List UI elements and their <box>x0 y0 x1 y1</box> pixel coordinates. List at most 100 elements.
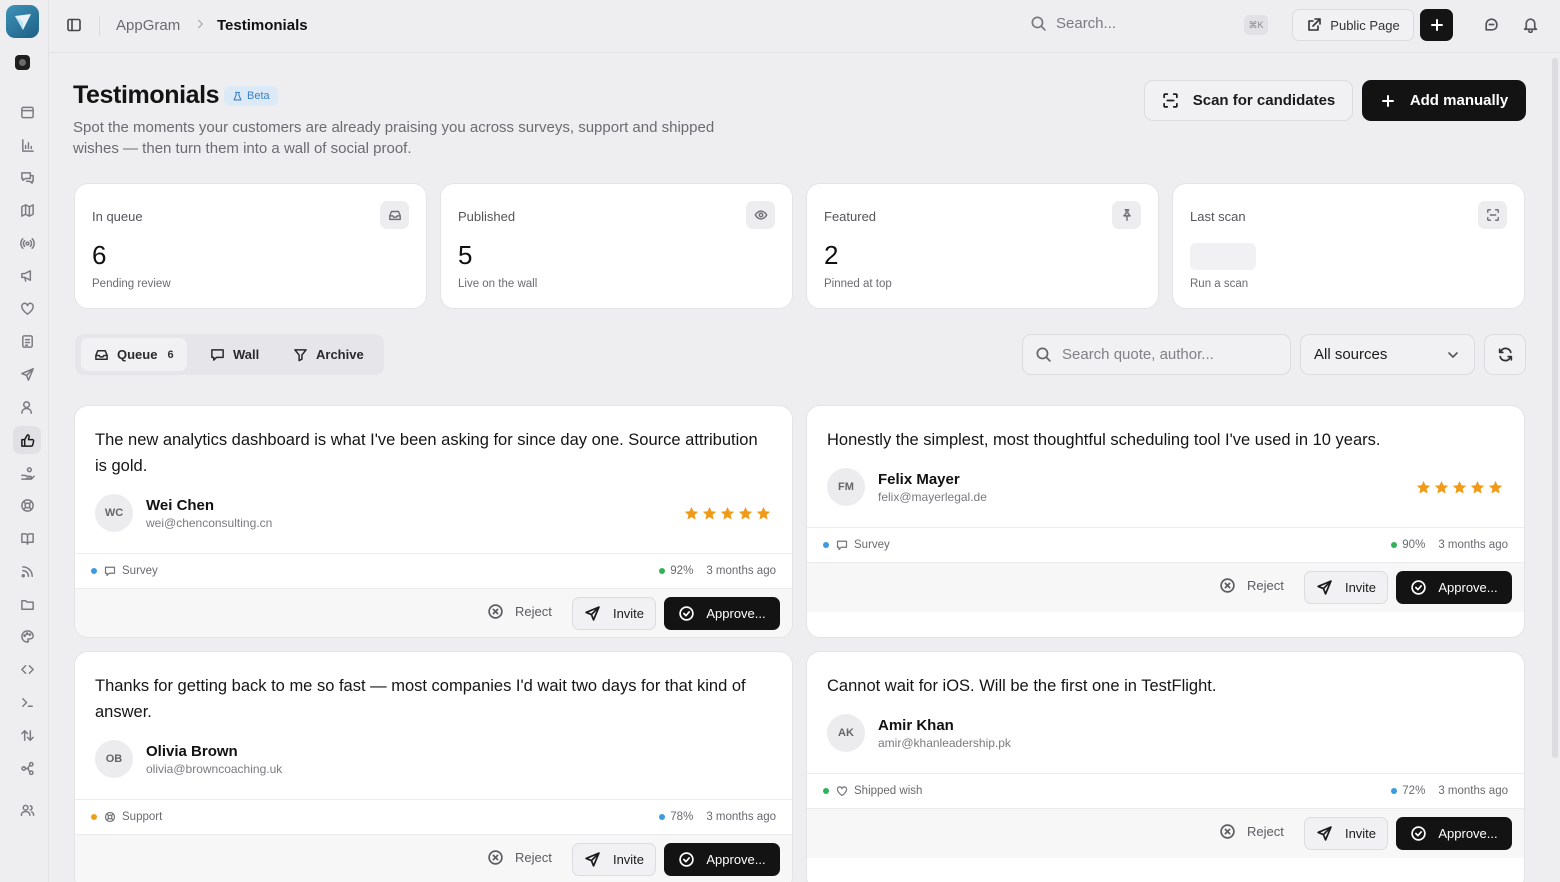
create-button[interactable] <box>1420 9 1453 41</box>
testimonial-meta: Shipped wish 72% 3 months ago <box>807 773 1524 808</box>
invite-button[interactable]: Invite <box>572 597 656 630</box>
tab-wall[interactable]: Wall <box>197 338 272 371</box>
message-square-icon <box>211 349 224 361</box>
palette-icon[interactable] <box>13 622 41 650</box>
rss-icon[interactable] <box>13 557 41 585</box>
docs-icon[interactable] <box>13 524 41 552</box>
stat-value-placeholder <box>1190 243 1256 270</box>
reject-label: Reject <box>1247 824 1284 839</box>
star-icon <box>1470 480 1485 494</box>
star-icon <box>756 506 771 520</box>
reject-button[interactable]: Reject <box>487 603 552 620</box>
dashboard-icon[interactable] <box>13 98 41 126</box>
send-icon[interactable] <box>13 360 41 388</box>
messages-icon[interactable] <box>13 163 41 191</box>
invite-button[interactable]: Invite <box>572 843 656 876</box>
page-subtitle: Spot the moments your customers are alre… <box>73 119 715 157</box>
x-circle-icon <box>1220 824 1235 839</box>
global-search[interactable]: Search... <box>1030 15 1116 32</box>
lifebuoy-icon <box>104 811 116 823</box>
roadmap-icon[interactable] <box>13 196 41 224</box>
announcements-icon[interactable] <box>13 261 41 289</box>
check-circle-icon <box>679 606 695 621</box>
bell-icon[interactable] <box>1522 16 1539 33</box>
avatar: FM <box>827 468 865 506</box>
score-dot <box>1391 542 1398 548</box>
reject-button[interactable]: Reject <box>1219 823 1284 840</box>
users-icon[interactable] <box>13 393 41 421</box>
x-circle-icon <box>488 604 503 619</box>
card-actions: Reject Invite Approve... <box>75 588 792 637</box>
stat-card-published: Published 5 Live on the wall <box>440 183 793 309</box>
invite-button[interactable]: Invite <box>1304 817 1388 850</box>
sidebar-toggle-icon[interactable] <box>66 17 82 33</box>
stat-caption: Run a scan <box>1190 278 1249 290</box>
reject-button[interactable]: Reject <box>487 849 552 866</box>
team-icon[interactable] <box>13 796 41 824</box>
stat-value: 2 <box>824 240 839 270</box>
breadcrumb-root[interactable]: AppGram <box>116 17 180 34</box>
forms-icon[interactable] <box>13 327 41 355</box>
chevron-right-icon <box>194 18 206 30</box>
pin-icon <box>1112 201 1141 229</box>
star-rating <box>684 506 771 521</box>
testimonials-icon[interactable] <box>13 426 41 454</box>
invite-label: Invite <box>1344 580 1377 595</box>
invite-label: Invite <box>612 852 645 867</box>
plus-icon <box>1430 19 1443 31</box>
approve-button[interactable]: Approve... <box>1396 817 1512 850</box>
scan-candidates-button[interactable]: Scan for candidates <box>1144 80 1353 121</box>
tab-queue-count: 6 <box>167 348 174 361</box>
approve-label: Approve... <box>706 606 766 621</box>
quote-search-input[interactable]: Search quote, author... <box>1022 334 1291 375</box>
testimonial-author: OB Olivia Brown olivia@browncoaching.uk <box>95 740 282 778</box>
tab-archive-label: Archive <box>316 347 364 362</box>
source-dot <box>823 542 829 548</box>
sort-icon[interactable] <box>13 721 41 749</box>
add-manually-button[interactable]: Add manually <box>1362 80 1526 121</box>
approve-button[interactable]: Approve... <box>664 597 780 630</box>
source-select[interactable]: All sources <box>1300 334 1475 375</box>
beta-badge: Beta <box>224 86 278 106</box>
testimonial-quote: Cannot wait for iOS. Will be the first o… <box>827 677 1217 695</box>
testimonial-meta: Support 78% 3 months ago <box>75 799 792 834</box>
testimonial-author: FM Felix Mayer felix@mayerlegal.de <box>827 468 987 506</box>
tab-queue[interactable]: Queue 6 <box>81 338 187 371</box>
source-select-value: All sources <box>1314 346 1388 363</box>
reject-label: Reject <box>1247 578 1284 593</box>
author-email: amir@khanleadership.pk <box>878 735 1011 750</box>
testimonial-meta: Survey 90% 3 months ago <box>807 527 1524 562</box>
star-rating <box>1416 480 1503 495</box>
message-square-icon <box>104 566 116 577</box>
scrollbar[interactable] <box>1552 58 1558 758</box>
testimonial-author: AK Amir Khan amir@khanleadership.pk <box>827 714 1011 752</box>
stat-value: 5 <box>458 240 473 270</box>
public-page-button[interactable]: Public Page <box>1292 9 1414 41</box>
heart-icon[interactable] <box>13 294 41 322</box>
source-dot <box>91 568 97 574</box>
stat-card-in-queue: In queue 6 Pending review <box>74 183 427 309</box>
help-chat-icon[interactable] <box>1483 16 1500 33</box>
star-icon <box>1434 480 1449 494</box>
app-logo[interactable] <box>6 5 39 38</box>
code-icon[interactable] <box>13 655 41 683</box>
reject-button[interactable]: Reject <box>1219 577 1284 594</box>
workspace-icon[interactable] <box>15 55 30 70</box>
invite-button[interactable]: Invite <box>1304 571 1388 604</box>
card-actions: Reject Invite Approve... <box>807 562 1524 612</box>
approve-button[interactable]: Approve... <box>664 843 780 876</box>
view-tabs: Queue 6 Wall Archive <box>75 334 384 375</box>
analytics-icon[interactable] <box>13 131 41 159</box>
folder-icon[interactable] <box>13 590 41 618</box>
timestamp: 3 months ago <box>706 565 776 577</box>
helping-hand-icon[interactable] <box>13 459 41 487</box>
tab-archive[interactable]: Archive <box>280 338 377 371</box>
timestamp: 3 months ago <box>1438 539 1508 551</box>
terminal-icon[interactable] <box>13 688 41 716</box>
integrations-icon[interactable] <box>13 754 41 782</box>
refresh-button[interactable] <box>1484 334 1526 375</box>
broadcast-icon[interactable] <box>13 229 41 257</box>
support-icon[interactable] <box>13 491 41 519</box>
author-name: Wei Chen <box>146 496 215 514</box>
approve-button[interactable]: Approve... <box>1396 571 1512 604</box>
